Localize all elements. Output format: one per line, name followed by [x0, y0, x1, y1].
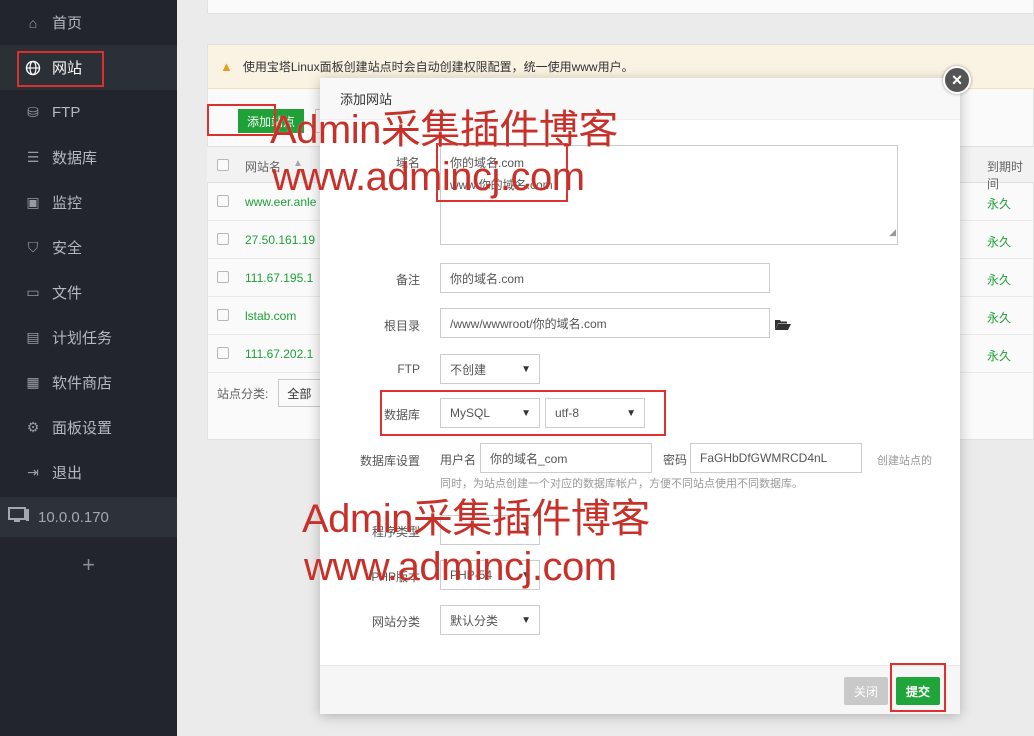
- db-hint: 同时，为站点创建一个对应的数据库帐户，方便不同站点使用不同数据库。: [440, 478, 803, 490]
- dialog-footer: 关闭 提交: [320, 665, 960, 714]
- folder-open-icon[interactable]: [775, 318, 791, 334]
- remark-label: 备注: [395, 273, 420, 287]
- close-button[interactable]: 关闭: [844, 677, 888, 705]
- db-password-label: 密码: [663, 453, 688, 467]
- resize-handle-icon[interactable]: ◢: [889, 221, 896, 243]
- chevron-down-icon: ▼: [521, 614, 531, 626]
- database-settings-label: 数据库设置: [359, 454, 420, 468]
- highlight-box-database: [380, 390, 666, 436]
- watermark-title: Admin采集插件博客: [270, 108, 618, 152]
- db-password-input[interactable]: FaGHbDfGWMRCD4nL: [690, 443, 862, 473]
- db-user-input[interactable]: 你的域名_com: [480, 443, 652, 473]
- site-category-select[interactable]: 默认分类 ▼: [440, 605, 540, 635]
- chevron-down-icon: ▼: [521, 363, 531, 375]
- watermark-url: www.admincj.com: [304, 545, 617, 589]
- root-dir-input[interactable]: /www/wwwroot/你的域名.com: [440, 308, 770, 338]
- watermark-url: www.admincj.com: [272, 155, 585, 199]
- remark-input[interactable]: 你的域名.com: [440, 263, 770, 293]
- ftp-label: FTP: [397, 362, 420, 376]
- highlight-box-submit: [890, 663, 946, 712]
- ftp-select[interactable]: 不创建 ▼: [440, 354, 540, 384]
- db-hint-inline: 创建站点的: [877, 455, 932, 467]
- site-category-label: 网站分类: [371, 615, 420, 629]
- root-dir-label: 根目录: [383, 319, 420, 333]
- db-user-label: 用户名: [440, 453, 477, 467]
- close-icon[interactable]: ×: [943, 66, 971, 94]
- watermark-title: Admin采集插件博客: [302, 497, 650, 541]
